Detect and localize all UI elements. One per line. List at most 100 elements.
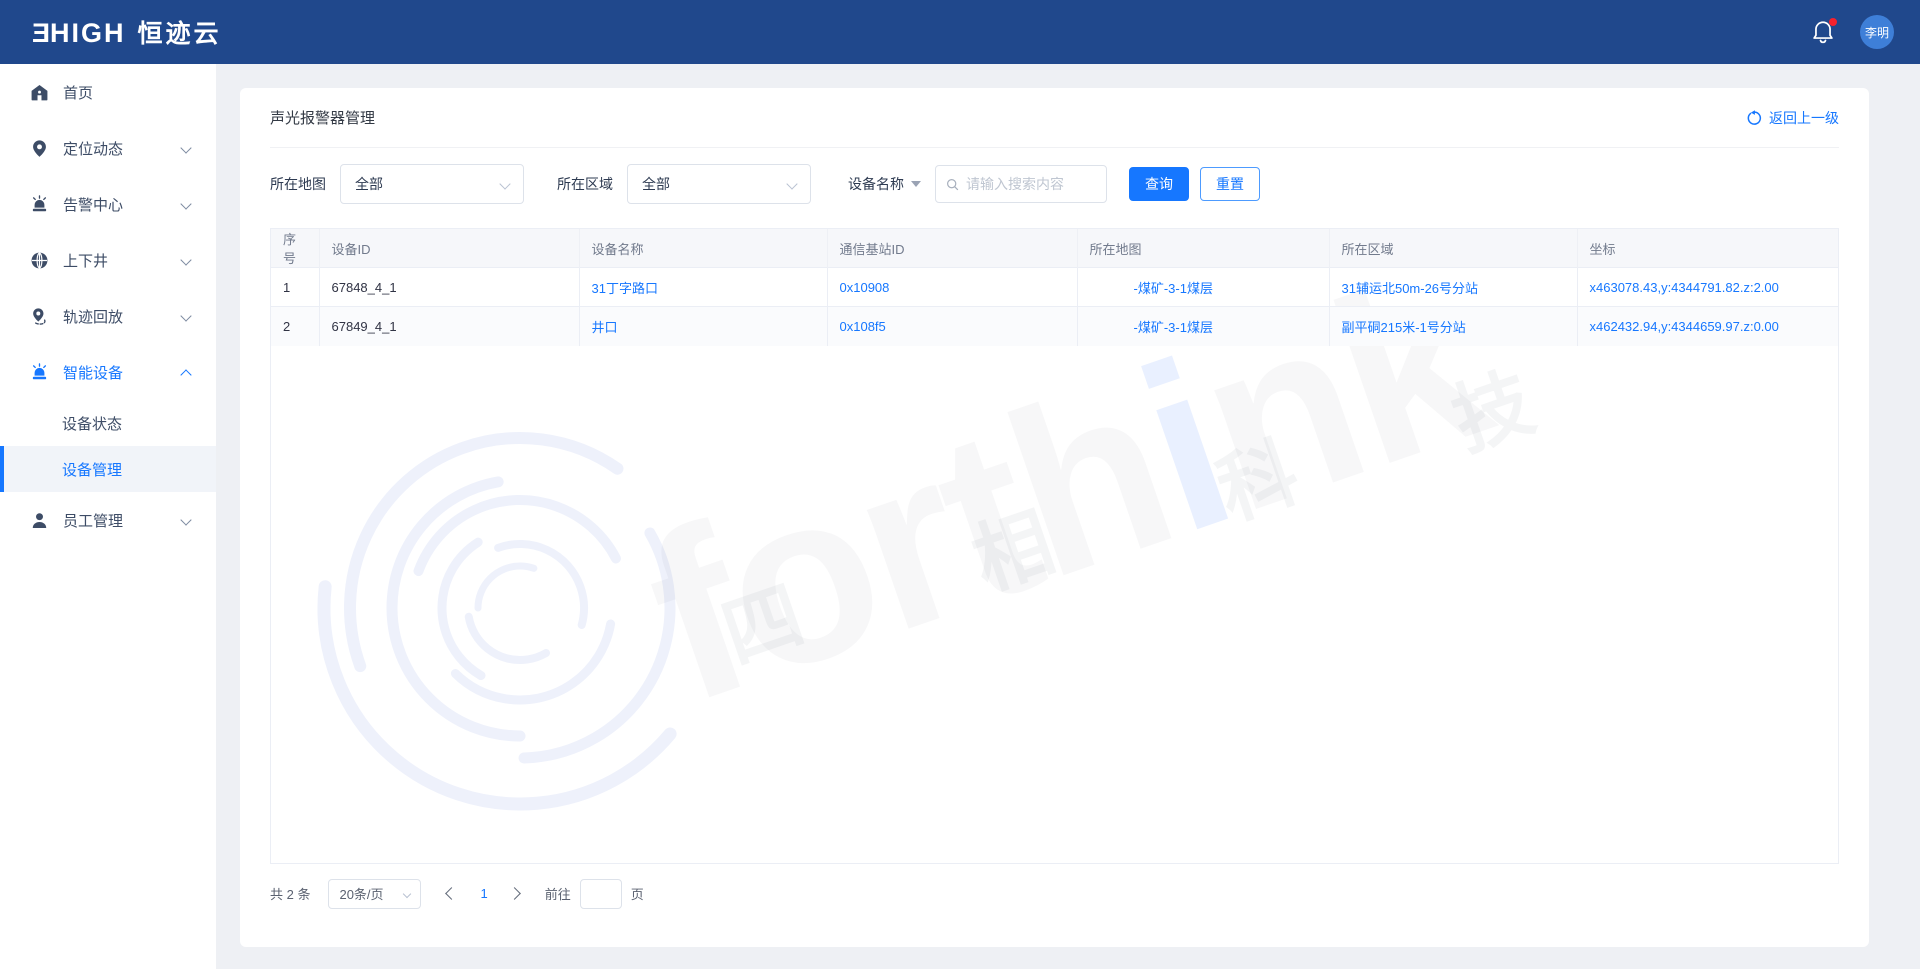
chevron-down-icon xyxy=(499,178,510,189)
sidebar-item-label: 首页 xyxy=(63,82,93,103)
column-header-station-id: 通信基站ID xyxy=(827,229,1077,268)
globe-icon xyxy=(30,251,49,270)
column-header-area: 所在区域 xyxy=(1329,229,1577,268)
search-box xyxy=(935,165,1107,203)
sidebar-item-home[interactable]: 首页 xyxy=(0,64,216,120)
station-id-link[interactable]: 0x108f5 xyxy=(840,319,886,334)
sidebar-item-label: 轨迹回放 xyxy=(63,306,123,327)
goto-page-input[interactable] xyxy=(580,879,622,909)
table-row: 1 67848_4_1 31丁字路口 0x10908 -煤矿-3-1煤层 31辅… xyxy=(271,268,1838,307)
sidebar-item-smart-devices[interactable]: 智能设备 xyxy=(0,344,216,400)
sidebar-subitem-label: 设备状态 xyxy=(62,413,122,434)
search-icon xyxy=(946,177,959,192)
notification-bell-button[interactable] xyxy=(1810,18,1838,46)
sidebar-item-track-playback[interactable]: 轨迹回放 xyxy=(0,288,216,344)
search-input[interactable] xyxy=(966,176,1096,192)
location-pin-icon xyxy=(30,139,49,158)
area-filter-label: 所在区域 xyxy=(557,174,613,194)
user-icon xyxy=(30,511,49,530)
column-header-map: 所在地图 xyxy=(1077,229,1329,268)
top-header: EHIGH 恒迹云 李明 xyxy=(0,0,1920,64)
column-header-coords: 坐标 xyxy=(1577,229,1838,268)
sidebar-item-label: 智能设备 xyxy=(63,362,123,383)
sidebar-subitem-label: 设备管理 xyxy=(62,459,122,480)
chevron-down-icon xyxy=(786,178,797,189)
chevron-down-icon xyxy=(180,254,191,265)
brand-logo-cn: 恒迹云 xyxy=(138,14,222,50)
chevron-down-icon xyxy=(180,198,191,209)
chevron-down-icon xyxy=(180,310,191,321)
title-row: 声光报警器管理 返回上一级 xyxy=(270,88,1839,148)
caret-down-icon xyxy=(911,181,921,187)
search-field-selector[interactable]: 设备名称 xyxy=(848,174,921,194)
pagination: 共 2 条 20条/页 1 前往 页 xyxy=(270,879,1839,909)
home-icon xyxy=(30,83,49,102)
area-select-value: 全部 xyxy=(642,174,670,194)
smart-device-icon xyxy=(30,363,49,382)
chevron-up-icon xyxy=(180,369,191,380)
content-card: forthink 四 相 科 技 声光报警器管理 xyxy=(240,88,1869,947)
page-title: 声光报警器管理 xyxy=(270,107,375,128)
device-table: 序号 设备ID 设备名称 通信基站ID 所在地图 所在区域 坐标 xyxy=(270,228,1839,864)
filter-row: 所在地图 全部 所在区域 全部 设备名称 xyxy=(270,164,1839,204)
avatar[interactable]: 李明 xyxy=(1860,15,1894,49)
reset-button[interactable]: 重置 xyxy=(1200,167,1260,201)
back-link[interactable]: 返回上一级 xyxy=(1746,108,1839,128)
sidebar-item-label: 告警中心 xyxy=(63,194,123,215)
station-id-link[interactable]: 0x10908 xyxy=(840,280,890,295)
area-link[interactable]: 31辅运北50m-26号分站 xyxy=(1342,281,1479,296)
sidebar-subitem-device-status[interactable]: 设备状态 xyxy=(0,400,216,446)
sidebar-item-alert-center[interactable]: 告警中心 xyxy=(0,176,216,232)
area-link[interactable]: 副平硐215米-1号分站 xyxy=(1342,320,1466,335)
column-header-index: 序号 xyxy=(271,229,319,268)
column-header-device-name: 设备名称 xyxy=(579,229,827,268)
pagination-total: 共 2 条 xyxy=(270,884,310,903)
column-header-device-id: 设备ID xyxy=(319,229,579,268)
table-empty-space xyxy=(271,346,1838,863)
cell-device-id: 67849_4_1 xyxy=(319,307,579,346)
chevron-down-icon xyxy=(403,889,411,897)
map-select[interactable]: 全部 xyxy=(340,164,524,204)
body-row: 首页 定位动态 告警中心 xyxy=(0,64,1920,969)
page-number[interactable]: 1 xyxy=(480,886,487,901)
cell-index: 1 xyxy=(271,268,319,307)
map-filter-label: 所在地图 xyxy=(270,174,326,194)
sidebar-item-location[interactable]: 定位动态 xyxy=(0,120,216,176)
prev-page-button[interactable] xyxy=(446,887,459,900)
sidebar-subitem-device-management[interactable]: 设备管理 xyxy=(0,446,216,492)
area-select[interactable]: 全部 xyxy=(627,164,811,204)
cell-device-id: 67848_4_1 xyxy=(319,268,579,307)
map-link[interactable]: -煤矿-3-1煤层 xyxy=(1134,281,1213,296)
brand-logo: EHIGH 恒迹云 xyxy=(30,14,222,50)
notification-badge xyxy=(1829,18,1837,26)
map-link[interactable]: -煤矿-3-1煤层 xyxy=(1134,320,1213,335)
page-size-value: 20条/页 xyxy=(339,884,383,903)
card-content: 声光报警器管理 返回上一级 所在地图 全部 xyxy=(240,88,1869,947)
sidebar: 首页 定位动态 告警中心 xyxy=(0,64,216,969)
coords-link[interactable]: x462432.94,y:4344659.97.z:0.00 xyxy=(1590,319,1779,334)
map-select-value: 全部 xyxy=(355,174,383,194)
app-root: EHIGH 恒迹云 李明 首页 xyxy=(0,0,1920,969)
sidebar-item-label: 定位动态 xyxy=(63,138,123,159)
cell-index: 2 xyxy=(271,307,319,346)
query-button[interactable]: 查询 xyxy=(1129,167,1189,201)
chevron-down-icon xyxy=(180,142,191,153)
coords-link[interactable]: x463078.43,y:4344791.82.z:2.00 xyxy=(1590,280,1779,295)
table-header-row: 序号 设备ID 设备名称 通信基站ID 所在地图 所在区域 坐标 xyxy=(271,229,1838,268)
page-unit-label: 页 xyxy=(631,884,644,903)
brand-logo-en: EHIGH xyxy=(30,18,126,49)
header-right: 李明 xyxy=(1810,15,1894,49)
sidebar-item-mine-access[interactable]: 上下井 xyxy=(0,232,216,288)
device-name-link[interactable]: 井口 xyxy=(592,320,618,335)
sidebar-item-label: 上下井 xyxy=(63,250,108,271)
track-playback-icon xyxy=(30,307,49,326)
sidebar-item-employee-management[interactable]: 员工管理 xyxy=(0,492,216,548)
chevron-down-icon xyxy=(180,514,191,525)
main-area: forthink 四 相 科 技 声光报警器管理 xyxy=(216,64,1920,969)
table-row: 2 67849_4_1 井口 0x108f5 -煤矿-3-1煤层 副平硐215米… xyxy=(271,307,1838,346)
page-size-select[interactable]: 20条/页 xyxy=(328,879,421,909)
device-name-link[interactable]: 31丁字路口 xyxy=(592,281,658,296)
search-field-label: 设备名称 xyxy=(848,174,904,194)
back-link-label: 返回上一级 xyxy=(1769,108,1839,128)
next-page-button[interactable] xyxy=(508,887,521,900)
